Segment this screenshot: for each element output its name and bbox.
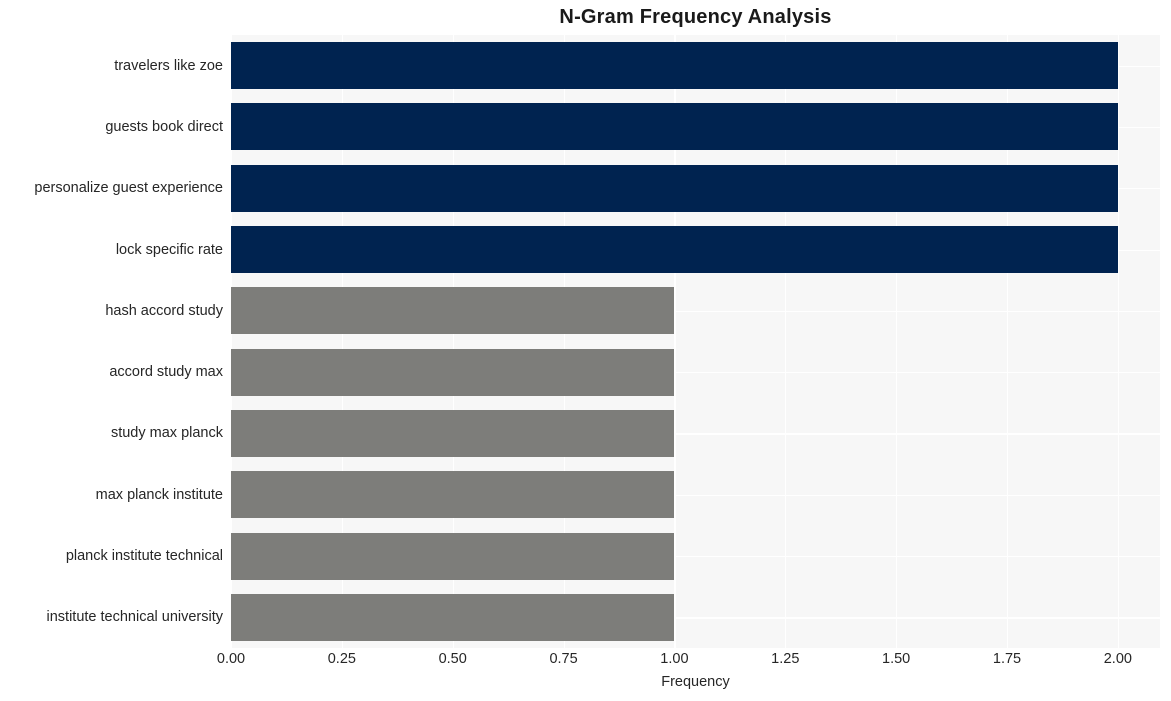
x-tick-label: 1.25 [771, 651, 800, 667]
y-tick-label: accord study max [109, 364, 223, 381]
x-tick-label: 1.75 [992, 651, 1022, 667]
y-tick-label: personalize guest experience [34, 180, 223, 197]
y-tick-label: planck institute technical [65, 548, 223, 565]
y-tick-label: lock specific rate [115, 241, 223, 258]
y-axis: travelers like zoe guests book direct pers… [0, 35, 231, 648]
chart-title: N-Gram Frequency Analysis [559, 6, 832, 28]
bar[interactable] [231, 164, 1118, 212]
y-tick-label: study max planck [110, 425, 223, 442]
bar[interactable] [231, 42, 1118, 90]
x-tick-label: 0.50 [438, 651, 467, 667]
bar[interactable] [231, 103, 1118, 151]
y-tick-label: hash accord study [105, 302, 223, 319]
x-axis-label: Frequency [661, 674, 730, 690]
bar[interactable] [231, 471, 675, 519]
x-tick-label: 1.50 [882, 651, 911, 667]
x-tick-label: 0.75 [549, 651, 578, 667]
bar[interactable] [231, 287, 675, 335]
bar[interactable] [231, 532, 675, 580]
bar[interactable] [231, 593, 675, 641]
x-tick-label: 0.25 [327, 651, 356, 667]
y-tick-label: institute technical university [46, 609, 224, 626]
chart-figure: N-Gram Frequency Analysis travelers like… [0, 0, 1171, 701]
bar[interactable] [231, 409, 675, 457]
x-tick-label: 2.00 [1103, 651, 1132, 667]
bar[interactable] [231, 226, 1118, 274]
x-tick-label: 0.00 [216, 651, 246, 667]
y-tick-label: travelers like zoe [114, 57, 223, 74]
x-axis: 0.00 0.25 0.50 0.75 1.00 1.25 1.50 1.75 2.00 [217, 648, 1160, 672]
y-tick-label: guests book direct [105, 118, 223, 135]
x-tick-label: 1.00 [660, 651, 689, 667]
plot-area [231, 35, 1160, 648]
y-tick-label: max planck institute [95, 486, 223, 503]
bar[interactable] [231, 348, 675, 396]
